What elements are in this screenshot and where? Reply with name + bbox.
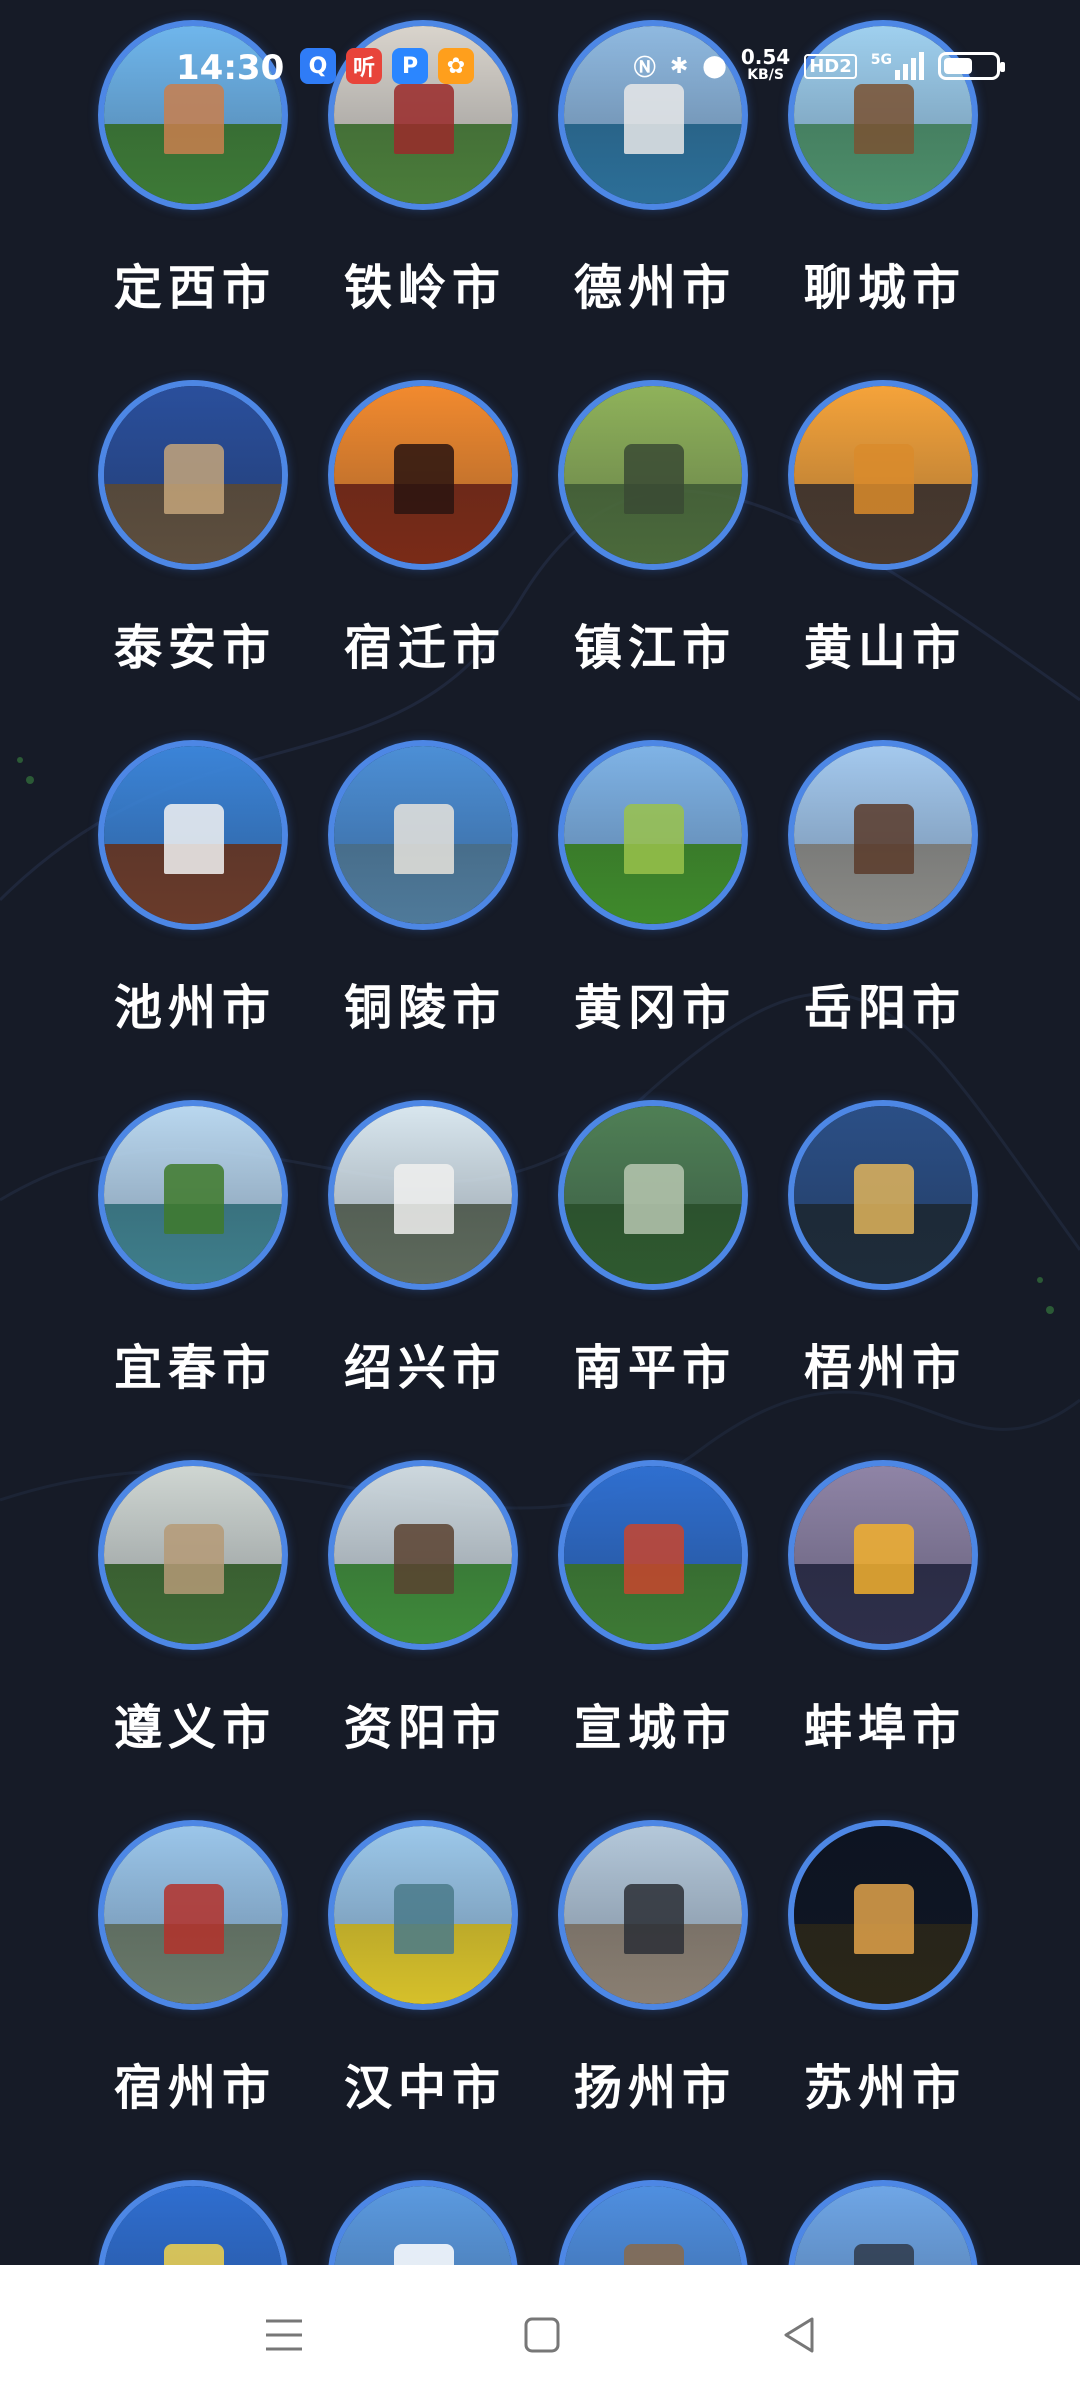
city-photo[interactable] [98, 1460, 288, 1650]
city-card[interactable]: 聊城市 [770, 8, 1000, 328]
city-photo[interactable] [788, 740, 978, 930]
city-label[interactable]: 遵义市 [80, 1688, 310, 1758]
city-card[interactable]: 宿迁市 [310, 368, 540, 688]
city-label[interactable]: 宣城市 [540, 1688, 770, 1758]
city-label[interactable]: 黄冈市 [540, 968, 770, 1038]
city-photo[interactable] [328, 2180, 518, 2265]
city-card[interactable]: 定西市 [80, 8, 310, 328]
city-card[interactable]: 资阳市 [310, 1448, 540, 1768]
city-label[interactable]: 苏州市 [770, 2048, 1000, 2118]
city-label[interactable]: 梧州市 [770, 1328, 1000, 1398]
city-label[interactable]: 铜陵市 [310, 968, 540, 1038]
city-photo[interactable] [98, 1100, 288, 1290]
city-card[interactable]: 遵义市 [80, 1448, 310, 1768]
city-card[interactable]: 汉中市 [310, 1808, 540, 2128]
city-photo[interactable] [98, 2180, 288, 2265]
home-icon[interactable] [502, 2295, 582, 2375]
city-label[interactable]: 汉中市 [310, 2048, 540, 2118]
city-label[interactable]: 铁岭市 [310, 248, 540, 318]
city-grid: 定西市 铁岭市 德州市 聊城市泰安市 宿迁市 镇江市 黄山市池州市 铜陵市 黄冈市 岳阳市宜春市绍… [0, 0, 1080, 2265]
city-card[interactable]: 镇江市 [540, 368, 770, 688]
city-card[interactable]: 池州市 [80, 728, 310, 1048]
city-card[interactable] [540, 2168, 770, 2265]
back-icon[interactable] [760, 2295, 840, 2375]
city-photo[interactable] [788, 380, 978, 570]
city-label[interactable]: 池州市 [80, 968, 310, 1038]
city-card[interactable]: 德州市 [540, 8, 770, 328]
city-label[interactable]: 岳阳市 [770, 968, 1000, 1038]
city-card[interactable]: 宿州市 [80, 1808, 310, 2128]
city-photo[interactable] [328, 20, 518, 210]
city-photo[interactable] [98, 1820, 288, 2010]
city-card[interactable] [80, 2168, 310, 2265]
city-label[interactable]: 绍兴市 [310, 1328, 540, 1398]
city-photo[interactable] [788, 20, 978, 210]
city-card[interactable]: 扬州市 [540, 1808, 770, 2128]
city-label[interactable]: 资阳市 [310, 1688, 540, 1758]
city-photo[interactable] [558, 740, 748, 930]
city-photo[interactable] [788, 1100, 978, 1290]
city-card[interactable]: 宣城市 [540, 1448, 770, 1768]
city-label[interactable]: 泰安市 [80, 608, 310, 678]
city-label[interactable]: 宜春市 [80, 1328, 310, 1398]
city-photo[interactable] [98, 380, 288, 570]
city-card[interactable]: 苏州市 [770, 1808, 1000, 2128]
city-photo[interactable] [328, 380, 518, 570]
city-label[interactable]: 蚌埠市 [770, 1688, 1000, 1758]
city-photo[interactable] [558, 1100, 748, 1290]
city-photo[interactable] [788, 1820, 978, 2010]
city-card[interactable]: 梧州市 [770, 1088, 1000, 1408]
city-photo[interactable] [788, 2180, 978, 2265]
city-label[interactable]: 镇江市 [540, 608, 770, 678]
city-label[interactable]: 聊城市 [770, 248, 1000, 318]
city-photo[interactable] [558, 380, 748, 570]
city-photo[interactable] [328, 1820, 518, 2010]
city-photo[interactable] [98, 740, 288, 930]
city-card[interactable]: 岳阳市 [770, 728, 1000, 1048]
city-card[interactable] [310, 2168, 540, 2265]
menu-icon[interactable] [244, 2295, 324, 2375]
city-photo[interactable] [558, 1460, 748, 1650]
city-label[interactable]: 定西市 [80, 248, 310, 318]
city-photo[interactable] [328, 1100, 518, 1290]
city-label[interactable]: 宿迁市 [310, 608, 540, 678]
city-card[interactable]: 绍兴市 [310, 1088, 540, 1408]
city-card[interactable]: 铜陵市 [310, 728, 540, 1048]
city-photo[interactable] [788, 1460, 978, 1650]
city-photo[interactable] [558, 20, 748, 210]
city-card[interactable] [770, 2168, 1000, 2265]
city-card[interactable]: 宜春市 [80, 1088, 310, 1408]
navigation-bar [0, 2265, 1080, 2400]
city-label[interactable]: 黄山市 [770, 608, 1000, 678]
city-label[interactable]: 扬州市 [540, 2048, 770, 2118]
city-card[interactable]: 蚌埠市 [770, 1448, 1000, 1768]
city-card[interactable]: 泰安市 [80, 368, 310, 688]
city-card[interactable]: 黄山市 [770, 368, 1000, 688]
city-photo[interactable] [328, 1460, 518, 1650]
city-photo[interactable] [328, 740, 518, 930]
city-card[interactable]: 铁岭市 [310, 8, 540, 328]
city-photo[interactable] [98, 20, 288, 210]
city-label[interactable]: 德州市 [540, 248, 770, 318]
city-photo[interactable] [558, 2180, 748, 2265]
city-label[interactable]: 宿州市 [80, 2048, 310, 2118]
city-card[interactable]: 南平市 [540, 1088, 770, 1408]
city-card[interactable]: 黄冈市 [540, 728, 770, 1048]
city-label[interactable]: 南平市 [540, 1328, 770, 1398]
city-photo[interactable] [558, 1820, 748, 2010]
